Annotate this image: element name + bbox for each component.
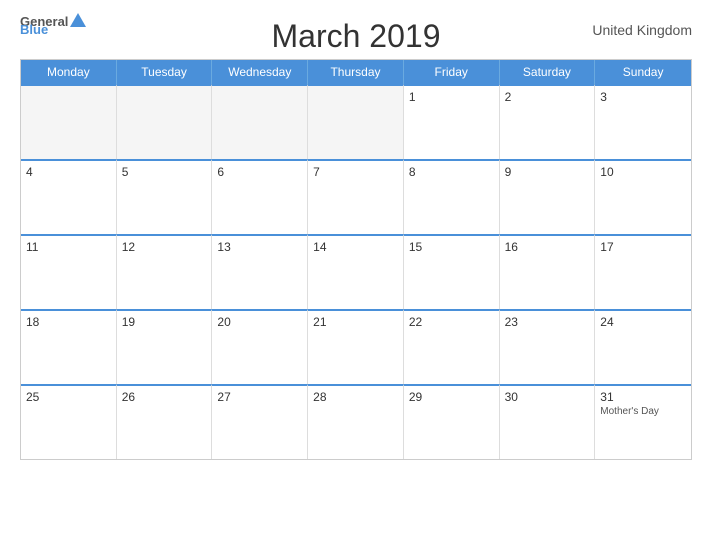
day-23: 23 [500, 309, 596, 384]
calendar-title: March 2019 [272, 18, 441, 55]
day-21: 21 [308, 309, 404, 384]
day-8: 8 [404, 159, 500, 234]
week-2: 4 5 6 7 8 9 10 [21, 159, 691, 234]
day-19: 19 [117, 309, 213, 384]
day-11: 11 [21, 234, 117, 309]
header-monday: Monday [21, 60, 117, 84]
day-5: 5 [117, 159, 213, 234]
day-18: 18 [21, 309, 117, 384]
day-6: 6 [212, 159, 308, 234]
day-28: 28 [308, 384, 404, 459]
mothers-day-event: Mother's Day [600, 406, 686, 417]
day-3: 3 [595, 84, 691, 159]
week-5: 25 26 27 28 29 30 31 Mother's Day [21, 384, 691, 459]
day-headers: Monday Tuesday Wednesday Thursday Friday… [21, 60, 691, 84]
day-2: 2 [500, 84, 596, 159]
header-thursday: Thursday [308, 60, 404, 84]
header-friday: Friday [404, 60, 500, 84]
calendar: Monday Tuesday Wednesday Thursday Friday… [20, 59, 692, 460]
day-1: 1 [404, 84, 500, 159]
week-1: 1 2 3 [21, 84, 691, 159]
empty-cell [117, 84, 213, 159]
day-10: 10 [595, 159, 691, 234]
day-27: 27 [212, 384, 308, 459]
day-29: 29 [404, 384, 500, 459]
empty-cell [212, 84, 308, 159]
empty-cell [21, 84, 117, 159]
region-label: United Kingdom [592, 22, 692, 38]
day-22: 22 [404, 309, 500, 384]
header-sunday: Sunday [595, 60, 691, 84]
day-20: 20 [212, 309, 308, 384]
header-saturday: Saturday [500, 60, 596, 84]
day-17: 17 [595, 234, 691, 309]
week-4: 18 19 20 21 22 23 24 [21, 309, 691, 384]
header-wednesday: Wednesday [212, 60, 308, 84]
day-26: 26 [117, 384, 213, 459]
day-13: 13 [212, 234, 308, 309]
day-25: 25 [21, 384, 117, 459]
empty-cell [308, 84, 404, 159]
day-15: 15 [404, 234, 500, 309]
header-tuesday: Tuesday [117, 60, 213, 84]
day-24: 24 [595, 309, 691, 384]
day-31: 31 Mother's Day [595, 384, 691, 459]
day-7: 7 [308, 159, 404, 234]
week-3: 11 12 13 14 15 16 17 [21, 234, 691, 309]
day-16: 16 [500, 234, 596, 309]
day-30: 30 [500, 384, 596, 459]
day-9: 9 [500, 159, 596, 234]
day-14: 14 [308, 234, 404, 309]
calendar-header: March 2019 United Kingdom [20, 10, 692, 55]
day-4: 4 [21, 159, 117, 234]
day-12: 12 [117, 234, 213, 309]
